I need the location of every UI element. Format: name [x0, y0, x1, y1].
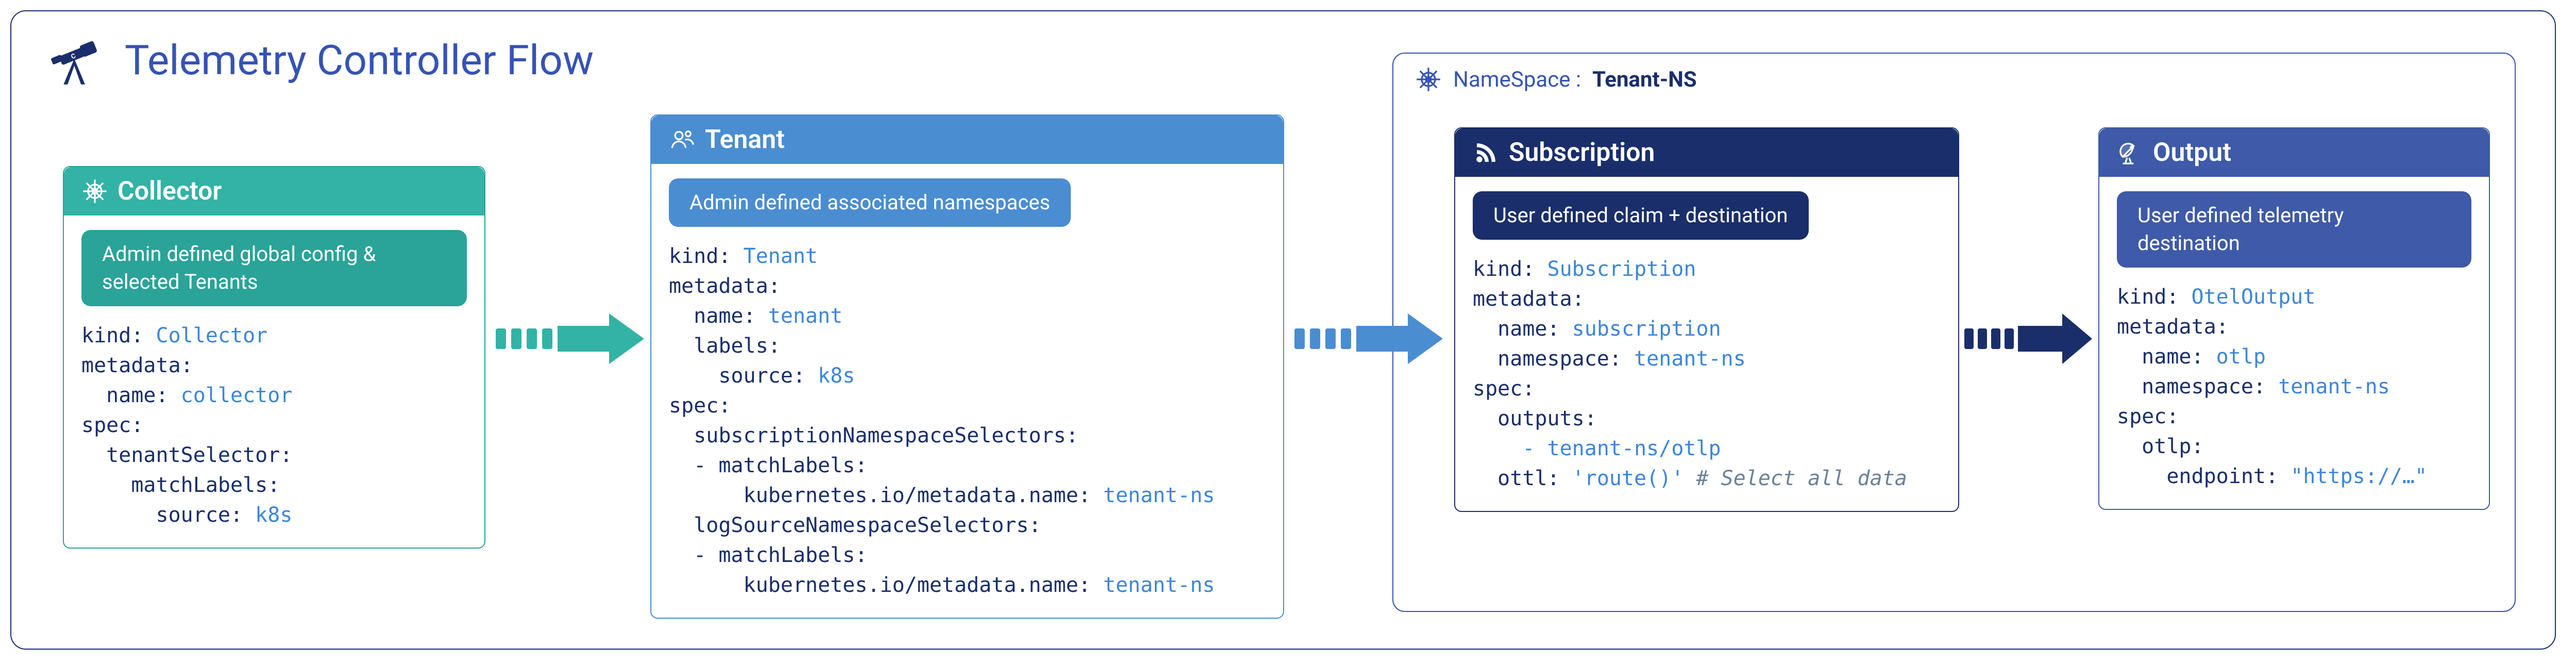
helm-wheel-icon [81, 178, 108, 205]
tenant-card: Tenant Admin defined associated namespac… [650, 114, 1284, 619]
subscription-title: Subscription [1509, 138, 1655, 168]
output-body: User defined telemetry destination kind:… [2099, 177, 2489, 509]
telescope-icon: C [45, 27, 112, 94]
output-card: Output User defined telemetry destinatio… [2098, 127, 2490, 510]
subscription-body: User defined claim + destination kind: S… [1455, 177, 1958, 511]
subscription-card: Subscription User defined claim + destin… [1454, 127, 1959, 512]
namespace-name: Tenant-NS [1592, 67, 1697, 92]
tenant-title: Tenant [705, 125, 785, 155]
flow-arrow-icon [496, 310, 645, 367]
collector-header: Collector [64, 167, 484, 216]
output-title: Output [2153, 138, 2231, 168]
collector-pill: Admin defined global config & selected T… [81, 230, 467, 306]
title-row: C Telemetry Controller Flow [45, 27, 594, 94]
page-title: Telemetry Controller Flow [125, 36, 594, 85]
subscription-code: kind: Subscription metadata: name: subsc… [1473, 254, 1941, 493]
output-pill: User defined telemetry destination [2117, 191, 2471, 268]
satellite-dish-icon [2117, 139, 2144, 166]
rss-icon [1473, 139, 1500, 166]
tenant-body: Admin defined associated namespaces kind… [651, 164, 1283, 618]
subscription-header: Subscription [1455, 128, 1958, 177]
collector-card: Collector Admin defined global config & … [63, 166, 485, 549]
output-header: Output [2099, 128, 2489, 177]
helm-wheel-icon [1415, 66, 1442, 93]
flow-arrow-icon [1964, 310, 2093, 367]
namespace-label: NameSpace : [1453, 67, 1581, 92]
people-icon [669, 126, 696, 153]
collector-code: kind: Collector metadata: name: collecto… [81, 321, 467, 530]
tenant-header: Tenant [651, 115, 1283, 164]
subscription-pill: User defined claim + destination [1473, 191, 1809, 240]
collector-title: Collector [117, 176, 222, 206]
tenant-pill: Admin defined associated namespaces [669, 178, 1071, 227]
namespace-header: NameSpace : Tenant-NS [1393, 54, 2515, 98]
collector-body: Admin defined global config & selected T… [64, 216, 484, 548]
tenant-code: kind: Tenant metadata: name: tenant labe… [669, 241, 1266, 600]
flow-arrow-icon [1294, 310, 1444, 367]
diagram-canvas: C Telemetry Controller Flow Collector Ad… [10, 10, 2556, 650]
output-code: kind: OtelOutput metadata: name: otlp na… [2117, 282, 2471, 491]
